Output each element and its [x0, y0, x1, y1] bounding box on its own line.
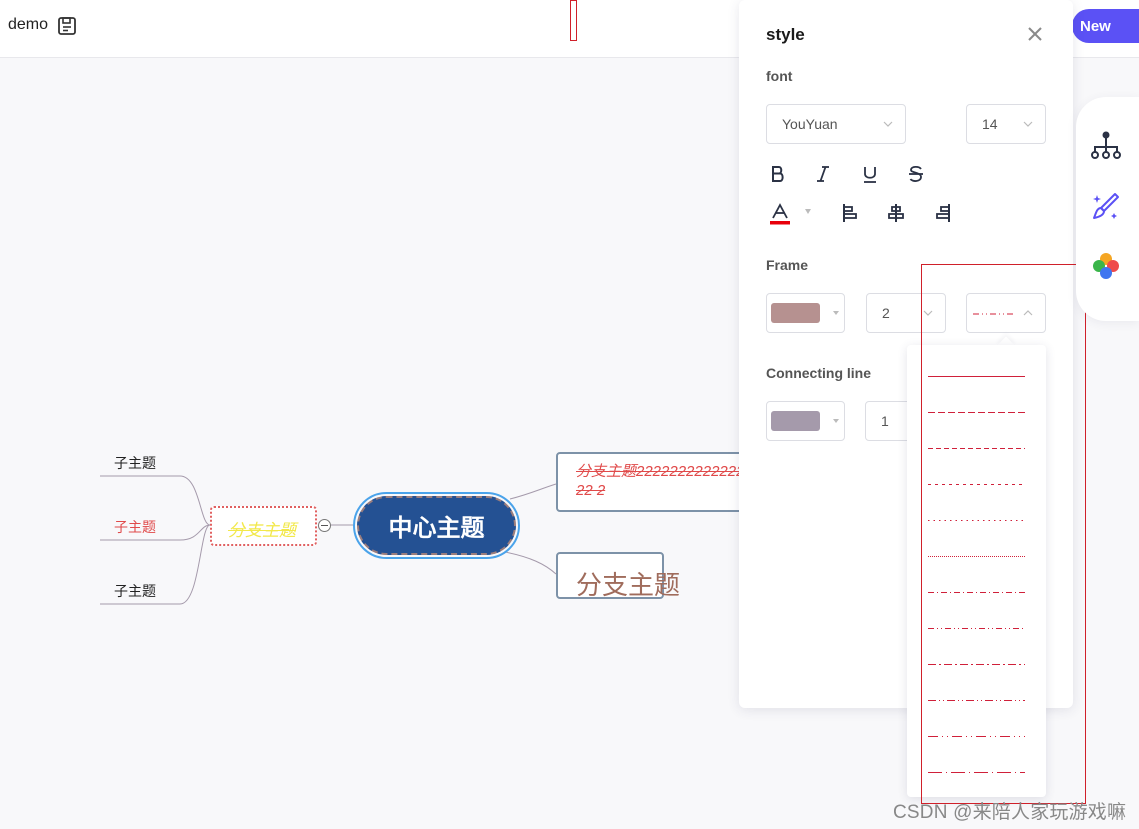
line-style-preview [928, 592, 1025, 593]
subtopic-node[interactable]: 子主题 [114, 453, 156, 473]
line-style-dropdown [907, 345, 1046, 797]
line-style-option-long-dash-dot-dot-alt[interactable] [907, 719, 1046, 755]
line-style-preview [928, 520, 1025, 521]
text-color-button[interactable] [768, 202, 792, 226]
selected-line-style-preview [973, 313, 1013, 315]
align-right-button[interactable] [931, 201, 955, 225]
frame-section-label: Frame [766, 257, 809, 273]
collapse-toggle-button[interactable] [318, 519, 331, 532]
central-topic[interactable]: 中心主题 [353, 492, 520, 559]
bold-button[interactable] [766, 162, 790, 186]
frame-width-select[interactable]: 2 [866, 293, 946, 333]
align-left-button[interactable] [838, 201, 862, 225]
line-style-preview [928, 736, 1025, 737]
line-style-option-long-dash-dot[interactable] [907, 647, 1046, 683]
italic-icon [817, 166, 829, 182]
chevron-down-icon [883, 121, 893, 127]
line-style-preview [928, 700, 1025, 701]
font-size-value: 14 [982, 116, 998, 132]
frame-color-picker[interactable] [766, 293, 845, 333]
chevron-up-icon [1023, 310, 1033, 316]
font-family-value: YouYuan [782, 116, 838, 132]
align-center-icon [888, 204, 904, 222]
strikethrough-button[interactable] [904, 162, 928, 186]
color-dropdown-caret-icon[interactable] [805, 209, 811, 214]
line-style-preview [928, 412, 1025, 413]
subtopic-node[interactable]: 子主题 [114, 517, 156, 537]
central-topic-label: 中心主题 [357, 496, 516, 555]
underline-icon [864, 167, 876, 183]
underline-button[interactable] [858, 162, 882, 186]
structure-icon[interactable] [1090, 130, 1122, 162]
chevron-down-icon [923, 310, 933, 316]
text-color-icon [770, 203, 790, 225]
connector-line [504, 551, 557, 575]
watermark: CSDN @来陪人家玩游戏嘛 [893, 802, 1127, 823]
caret-down-icon [833, 419, 839, 423]
theme-color-icon[interactable] [1090, 250, 1122, 282]
line-style-preview [928, 376, 1025, 377]
annotation-marker [570, 0, 577, 41]
line-color-picker[interactable] [766, 401, 845, 441]
line-style-preview [928, 448, 1025, 449]
style-brush-icon[interactable] [1090, 191, 1122, 223]
connecting-line-section-label: Connecting line [766, 365, 871, 381]
branch-topic-label: 分支主题2222222222222222 2 [576, 463, 753, 499]
connector-line [509, 483, 557, 500]
line-style-option-dense-dot[interactable] [907, 539, 1046, 575]
strikethrough-icon [909, 165, 923, 182]
line-style-preview [928, 628, 1025, 629]
frame-width-value: 2 [882, 305, 890, 321]
line-style-preview [928, 664, 1025, 665]
line-style-preview [928, 772, 1025, 773]
font-section-label: font [766, 68, 793, 84]
align-left-icon [843, 204, 857, 222]
line-style-option-dash-dot-dot[interactable] [907, 611, 1046, 647]
line-style-option-dot[interactable] [907, 503, 1046, 539]
line-style-option-long-dash-dot-dot[interactable] [907, 683, 1046, 719]
line-style-option-long-dash[interactable] [907, 395, 1046, 431]
new-button[interactable]: New [1072, 9, 1139, 43]
line-style-option-dash[interactable] [907, 431, 1046, 467]
frame-color-swatch [771, 303, 820, 323]
line-style-preview [928, 484, 1025, 485]
font-family-select[interactable]: YouYuan [766, 104, 906, 144]
line-style-option-short-dash[interactable] [907, 467, 1046, 503]
font-size-select[interactable]: 14 [966, 104, 1046, 144]
align-center-button[interactable] [884, 201, 908, 225]
caret-down-icon [833, 311, 839, 315]
align-right-icon [936, 204, 950, 222]
line-style-preview [928, 556, 1025, 557]
subtopic-node[interactable]: 子主题 [114, 581, 156, 601]
right-toolbar [1076, 97, 1139, 321]
line-style-option-dash-dot[interactable] [907, 575, 1046, 611]
chevron-down-icon [1023, 121, 1033, 127]
save-icon[interactable] [57, 16, 77, 36]
panel-title: style [766, 25, 805, 44]
italic-button[interactable] [811, 162, 835, 186]
branch-topic-label: 分支主题 [228, 521, 296, 540]
line-color-swatch [771, 411, 820, 431]
line-style-option-solid[interactable] [907, 359, 1046, 395]
branch-topic-right-1[interactable]: 分支主题2222222222222222 2 [556, 452, 756, 512]
bold-icon [772, 166, 784, 182]
line-width-value: 1 [881, 413, 889, 429]
line-style-option-long-long-dash-dot[interactable] [907, 755, 1046, 791]
branch-topic-left[interactable]: 分支主题 [210, 506, 317, 546]
close-icon[interactable] [1025, 24, 1045, 44]
frame-style-select[interactable] [966, 293, 1046, 333]
document-title: demo [8, 16, 49, 33]
branch-topic-label: 分支主题 [576, 570, 681, 600]
